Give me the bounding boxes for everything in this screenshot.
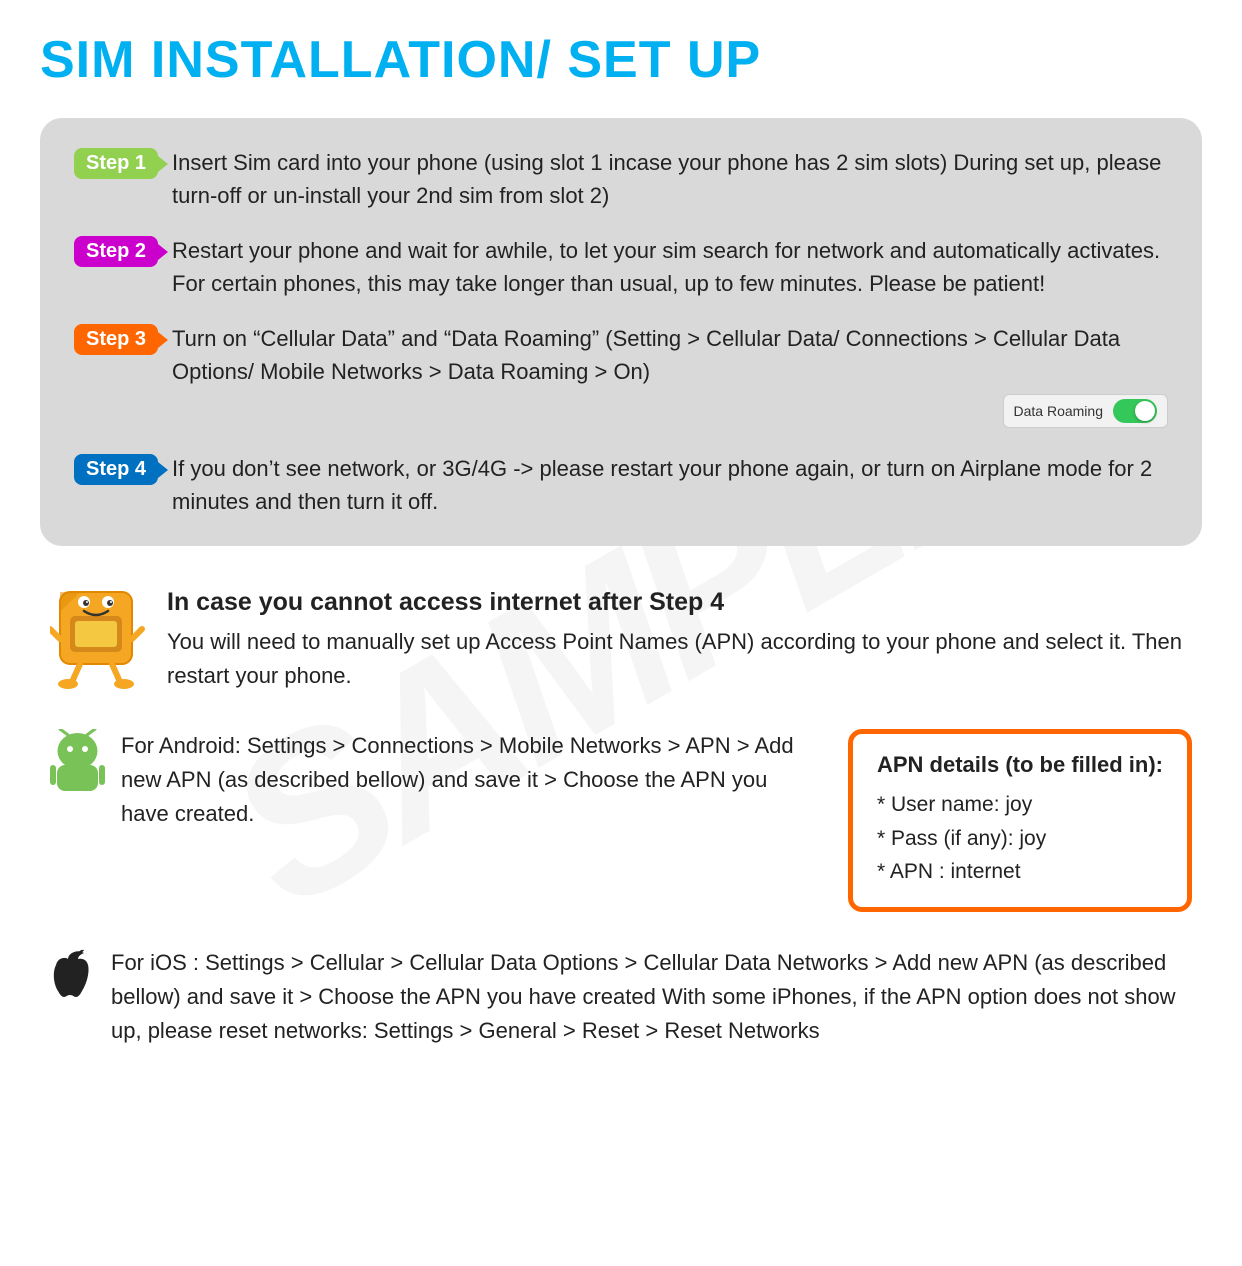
android-text: For Android: Settings > Connections > Mo… [121, 729, 818, 831]
android-icon [50, 729, 105, 791]
data-roaming-box: Data Roaming [1003, 394, 1169, 428]
toggle-knob [1135, 401, 1155, 421]
step-4-badge: Step 4 [74, 454, 158, 485]
apn-box-title: APN details (to be filled in): [877, 752, 1163, 778]
step-2-row: Step 2 Restart your phone and wait for a… [74, 234, 1168, 300]
data-roaming-toggle[interactable] [1113, 399, 1157, 423]
apn-details-box: APN details (to be filled in): * User na… [848, 729, 1192, 912]
step-3-badge: Step 3 [74, 324, 158, 355]
data-roaming-row: Data Roaming [172, 394, 1168, 428]
page-title: SIM INSTALLATION/ SET UP [40, 30, 1202, 90]
apn-detail-apn: * APN : internet [877, 855, 1163, 889]
step-2-badge: Step 2 [74, 236, 158, 267]
step-1-text: Insert Sim card into your phone (using s… [172, 146, 1168, 212]
ios-text: For iOS : Settings > Cellular > Cellular… [111, 946, 1192, 1048]
sim-text-block: In case you cannot access internet after… [167, 584, 1192, 693]
step-3-row: Step 3 Turn on “Cellular Data” and “Data… [74, 322, 1168, 430]
apn-detail-username: * User name: joy [877, 788, 1163, 822]
ios-section: For iOS : Settings > Cellular > Cellular… [40, 946, 1202, 1048]
sim-section: In case you cannot access internet after… [40, 584, 1202, 693]
android-block: For Android: Settings > Connections > Mo… [50, 729, 818, 835]
sim-mascot-icon [50, 584, 145, 689]
apple-icon [50, 949, 95, 999]
step-2-text: Restart your phone and wait for awhile, … [172, 234, 1168, 300]
apn-detail-pass: * Pass (if any): joy [877, 822, 1163, 856]
step-4-text: If you don’t see network, or 3G/4G -> pl… [172, 452, 1168, 518]
step-4-row: Step 4 If you don’t see network, or 3G/4… [74, 452, 1168, 518]
data-roaming-label: Data Roaming [1014, 403, 1104, 419]
step-3-text: Turn on “Cellular Data” and “Data Roamin… [172, 322, 1168, 388]
sim-heading: In case you cannot access internet after… [167, 588, 1192, 617]
step-1-row: Step 1 Insert Sim card into your phone (… [74, 146, 1168, 212]
steps-card: Step 1 Insert Sim card into your phone (… [40, 118, 1202, 546]
android-apn-row: For Android: Settings > Connections > Mo… [40, 729, 1202, 912]
sim-body: You will need to manually set up Access … [167, 625, 1192, 693]
step-1-badge: Step 1 [74, 148, 158, 179]
android-header: For Android: Settings > Connections > Mo… [50, 729, 818, 831]
